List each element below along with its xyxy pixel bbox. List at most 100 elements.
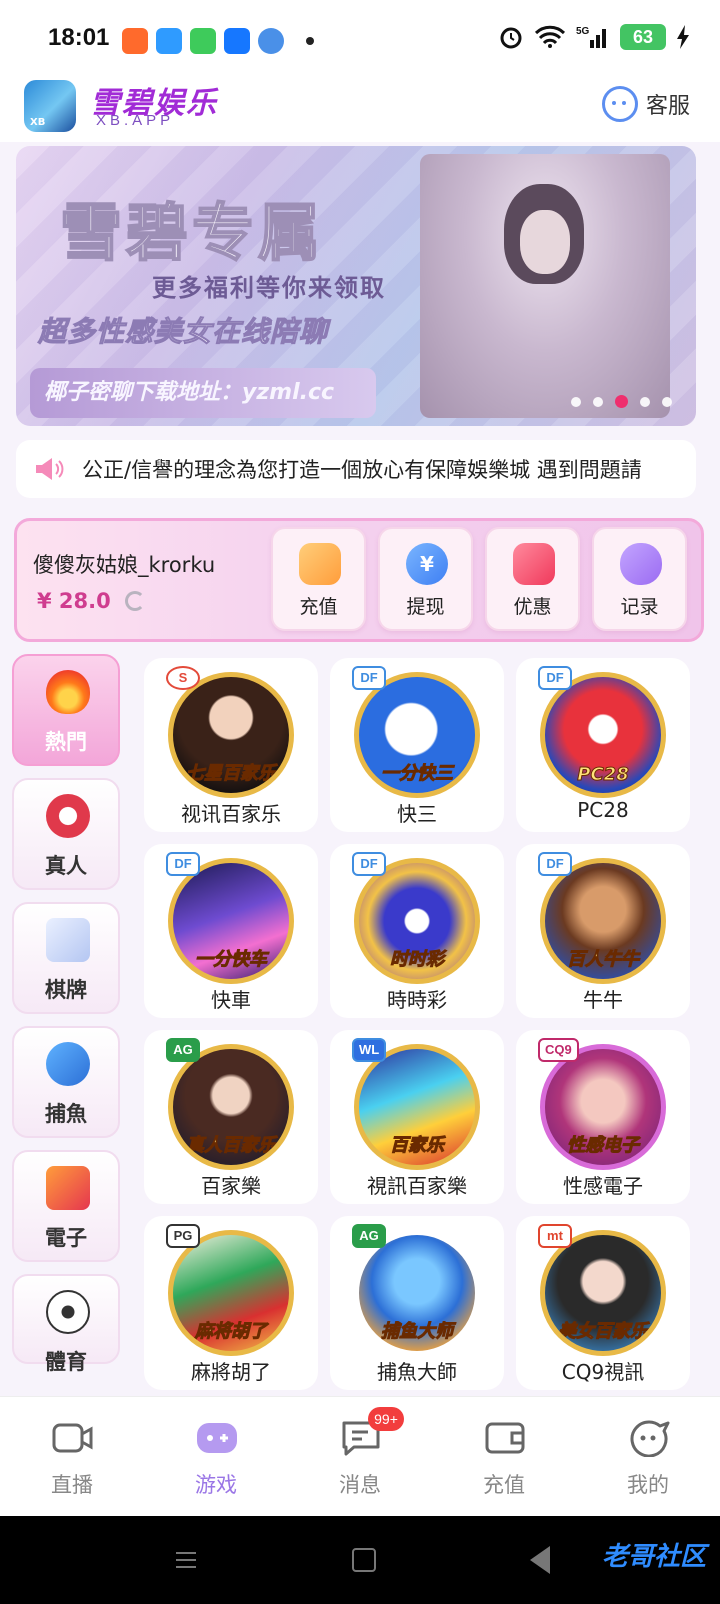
provider-badge: DF — [352, 852, 386, 876]
message-notification-icon — [190, 28, 216, 54]
thumbnail-caption: 百家乐 — [390, 1135, 445, 1157]
withdraw-button[interactable]: ¥ 提现 — [378, 527, 473, 631]
slot-777-icon — [46, 1166, 90, 1210]
pagination-dot-active[interactable] — [615, 395, 628, 408]
wifi-icon — [534, 25, 566, 48]
game-thumbnail: 一分快车 — [168, 858, 294, 984]
game-card[interactable]: 美女百家乐 mt CQ9視訊 — [516, 1216, 690, 1390]
system-navigation-bar: 老哥社区 — [0, 1516, 720, 1604]
pagination-dot[interactable] — [571, 396, 581, 407]
game-card[interactable]: 一分快车 DF 快車 — [144, 844, 318, 1018]
tab-profile[interactable]: 我的 — [576, 1397, 720, 1517]
game-card[interactable]: 捕鱼大师 AG 捕魚大師 — [330, 1216, 504, 1390]
thumbnail-caption: 七星百家乐 — [186, 763, 277, 785]
game-name: 性感電子 — [563, 1174, 643, 1198]
thumbnail-caption: 真人百家乐 — [186, 1135, 277, 1157]
category-label: 捕魚 — [45, 1102, 87, 1126]
provider-badge: mt — [538, 1224, 572, 1248]
game-grid: 七星百家乐 S 视讯百家乐 一分快三 DF 快三 PC28 DF PC28 一分… — [144, 658, 704, 1396]
game-name: 時時彩 — [387, 988, 447, 1012]
app-notification-icon — [122, 28, 148, 54]
recharge-button[interactable]: 充值 — [271, 527, 366, 631]
game-name: 视讯百家乐 — [181, 802, 281, 826]
flame-icon — [46, 670, 90, 714]
more-notifications-dot — [306, 37, 314, 45]
tab-label: 直播 — [51, 1473, 93, 1497]
category-label: 熱門 — [45, 730, 87, 754]
pagination-dot[interactable] — [662, 396, 672, 407]
category-hot[interactable]: 熱門 — [12, 654, 120, 766]
video-camera-icon — [52, 1423, 93, 1453]
status-bar: 18:01 5G 63 — [0, 0, 720, 80]
game-thumbnail: 一分快三 — [354, 672, 480, 798]
game-thumbnail: 真人百家乐 — [168, 1044, 294, 1170]
banner-pagination — [571, 395, 672, 408]
thumbnail-caption: 百人牛牛 — [567, 949, 640, 971]
app-notification-icon — [258, 28, 284, 54]
game-card[interactable]: 麻将胡了 PG 麻將胡了 — [144, 1216, 318, 1390]
game-name: PC28 — [577, 798, 629, 822]
thumbnail-caption: 麻将胡了 — [195, 1321, 268, 1343]
alipay-notification-icon — [224, 28, 250, 54]
game-card[interactable]: 一分快三 DF 快三 — [330, 658, 504, 832]
tab-live[interactable]: 直播 — [0, 1397, 144, 1517]
category-fishing[interactable]: 捕魚 — [12, 1026, 120, 1138]
home-icon[interactable] — [352, 1548, 376, 1572]
shark-icon — [46, 1042, 90, 1086]
game-card[interactable]: PC28 DF PC28 — [516, 658, 690, 832]
promotions-button[interactable]: 优惠 — [485, 527, 580, 631]
pagination-dot[interactable] — [593, 396, 603, 407]
thumbnail-caption: PC28 — [577, 764, 629, 786]
category-cards[interactable]: 棋牌 — [12, 902, 120, 1014]
records-button[interactable]: 记录 — [592, 527, 687, 631]
alarm-icon — [500, 27, 522, 49]
game-thumbnail: PC28 — [540, 672, 666, 798]
game-thumbnail: 性感电子 — [540, 1044, 666, 1170]
category-sports[interactable]: 體育 — [12, 1274, 120, 1374]
tab-games[interactable]: 游戏 — [144, 1397, 288, 1517]
charging-icon — [677, 25, 689, 49]
provider-badge: DF — [352, 666, 386, 690]
back-icon[interactable] — [530, 1546, 550, 1574]
banner-title: 雪碧专属 — [59, 195, 325, 270]
tab-label: 充值 — [483, 1473, 525, 1497]
game-card[interactable]: 性感电子 CQ9 性感電子 — [516, 1030, 690, 1204]
game-thumbnail: 七星百家乐 — [168, 672, 294, 798]
battery-indicator: 63 — [620, 24, 666, 50]
game-card[interactable]: 百家乐 WL 視訊百家樂 — [330, 1030, 504, 1204]
customer-service-button[interactable]: 客服 — [601, 86, 690, 122]
recharge-label: 充值 — [299, 596, 338, 618]
game-card[interactable]: 七星百家乐 S 视讯百家乐 — [144, 658, 318, 832]
game-card[interactable]: 真人百家乐 AG 百家樂 — [144, 1030, 318, 1204]
tab-recharge[interactable]: 充值 — [432, 1397, 576, 1517]
category-live[interactable]: 真人 — [12, 778, 120, 890]
game-thumbnail: 美女百家乐 — [540, 1230, 666, 1356]
game-name: 百家樂 — [201, 1174, 261, 1198]
status-time: 18:01 — [48, 24, 110, 51]
notice-text: 公正/信譽的理念為您打造一個放心有保障娛樂城 遇到問題請 — [82, 458, 642, 482]
username: 傻傻灰姑娘_krorku — [33, 553, 216, 577]
notice-marquee[interactable]: 公正/信譽的理念為您打造一個放心有保障娛樂城 遇到問題請 — [16, 440, 696, 498]
smiley-icon — [630, 1420, 670, 1457]
game-card[interactable]: 百人牛牛 DF 牛牛 — [516, 844, 690, 1018]
refresh-icon[interactable] — [124, 591, 145, 611]
category-slots[interactable]: 電子 — [12, 1150, 120, 1262]
ticket-icon — [513, 543, 555, 585]
customer-service-label: 客服 — [645, 94, 690, 119]
wallet-card: 傻傻灰姑娘_krorku ¥ 28.0 充值 ¥ 提现 优惠 记录 — [14, 518, 704, 642]
game-name: CQ9視訊 — [561, 1360, 645, 1384]
provider-badge: DF — [538, 666, 572, 690]
records-label: 记录 — [620, 596, 659, 618]
banner-download-url: 椰子密聊下载地址：yzml.cc — [30, 368, 376, 418]
promo-banner[interactable]: 雪碧专属 更多福利等你来领取 超多性感美女在线陪聊 椰子密聊下载地址：yzml.… — [16, 146, 696, 426]
provider-badge: CQ9 — [538, 1038, 579, 1062]
app-logo — [24, 80, 76, 132]
balance-amount: ¥ 28.0 — [37, 589, 111, 613]
withdraw-label: 提现 — [406, 596, 445, 618]
tab-messages[interactable]: 99+ 消息 — [288, 1397, 432, 1517]
provider-badge: DF — [538, 852, 572, 876]
game-card[interactable]: 时时彩 DF 時時彩 — [330, 844, 504, 1018]
pagination-dot[interactable] — [640, 396, 650, 407]
recent-apps-icon[interactable] — [174, 1548, 198, 1572]
unread-badge: 99+ — [368, 1407, 404, 1431]
